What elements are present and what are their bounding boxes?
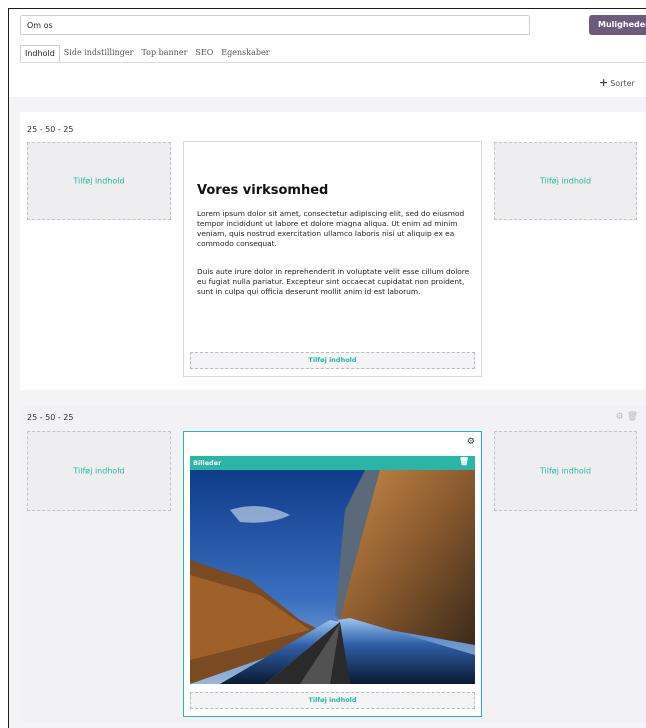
tab-content[interactable]: Indhold — [20, 45, 60, 62]
gallery-image[interactable] — [190, 470, 475, 684]
gear-icon[interactable]: ⚙ — [467, 437, 475, 447]
text-paragraph: Duis aute irure dolor in reprehenderit i… — [197, 267, 470, 297]
tab-divider — [20, 62, 646, 63]
add-content-label: Tilføj indhold — [539, 466, 592, 476]
sort-button[interactable]: + Sorter — [599, 76, 635, 89]
tab-seo[interactable]: SEO — [191, 45, 217, 62]
tab-properties[interactable]: Egenskaber — [217, 45, 273, 62]
widget-title: Billeder — [193, 459, 222, 467]
gear-icon[interactable]: ⚙ — [616, 412, 624, 422]
add-content-left[interactable]: Tilføj indhold — [27, 431, 171, 511]
add-content-left[interactable]: Tilføj indhold — [27, 142, 171, 220]
tab-top-banner[interactable]: Top banner — [137, 45, 191, 62]
add-content-label: Tilføj indhold — [73, 176, 125, 186]
trash-icon[interactable]: 🗑 — [627, 412, 638, 422]
add-content-right[interactable]: Tilføj indhold — [494, 431, 637, 511]
section-actions: ⚙ 🗑 — [616, 412, 638, 422]
section-layout-label: 25 - 50 - 25 — [27, 125, 74, 134]
page-name-input[interactable] — [20, 15, 530, 35]
image-block[interactable]: ⚙ Billeder 🗑 Tilføj indhold — [183, 431, 482, 717]
add-content-label: Tilføj indhold — [539, 176, 592, 186]
add-content-right[interactable]: Tilføj indhold — [494, 142, 637, 220]
add-content-button[interactable]: Tilføj indhold — [190, 352, 475, 369]
tab-page-settings[interactable]: Side indstillinger — [60, 45, 138, 62]
section-layout-label: 25 - 50 - 25 — [27, 413, 74, 422]
text-heading: Vores virksomhed — [197, 183, 329, 198]
trash-icon[interactable]: 🗑 — [459, 457, 469, 466]
tab-bar: Indhold Side indstillinger Top banner SE… — [20, 45, 274, 62]
image-widget-header: Billeder 🗑 — [190, 456, 475, 470]
content-section: 25 - 50 - 25 Tilføj indhold Vores virkso… — [20, 112, 646, 390]
content-section: 25 - 50 - 25 ⚙ 🗑 Tilføj indhold ⚙ Billed… — [20, 406, 646, 722]
text-block[interactable]: Vores virksomhed Lorem ipsum dolor sit a… — [183, 141, 482, 377]
options-button[interactable]: Muligheder - — [589, 15, 646, 35]
add-content-button[interactable]: Tilføj indhold — [190, 692, 475, 709]
sort-label: Sorter — [610, 79, 635, 88]
add-content-label: Tilføj indhold — [73, 466, 125, 476]
text-paragraph: Lorem ipsum dolor sit amet, consectetur … — [197, 209, 465, 249]
plus-icon: + — [599, 76, 609, 89]
